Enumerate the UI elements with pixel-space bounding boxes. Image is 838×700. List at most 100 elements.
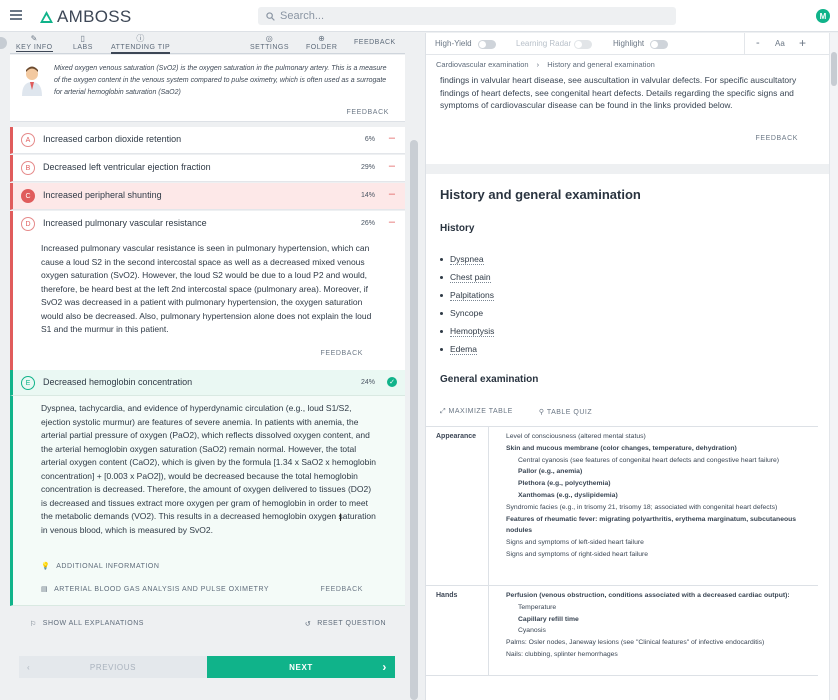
settings-button[interactable]: ◎ SETTINGS	[250, 35, 289, 52]
answer-option-d[interactable]: D Increased pulmonary vascular resistanc…	[10, 211, 405, 238]
brand-name: AMBOSS	[57, 7, 132, 26]
list-item[interactable]: Palpitations	[440, 286, 494, 304]
check-icon: ✓	[387, 377, 397, 387]
history-list: Dyspnea Chest pain Palpitations Syncope …	[440, 250, 495, 358]
pencil-icon: ✎	[30, 34, 38, 43]
search-icon	[266, 11, 275, 21]
table-row: Appearance Level of consciousness (alter…	[426, 427, 818, 586]
breadcrumb-item[interactable]: Cardiovascular examination	[436, 60, 529, 69]
article-toolbar: High-Yield Learning Radar Highlight - Aa…	[426, 33, 830, 55]
answer-option-a[interactable]: A Increased carbon dioxide retention 6% …	[10, 127, 405, 154]
previous-button[interactable]: ‹ PREVIOUS	[19, 656, 207, 678]
answer-letter: D	[21, 217, 35, 231]
answer-text: Decreased hemoglobin concentration	[43, 377, 193, 387]
table-item: Cyanosis	[518, 627, 546, 635]
list-item[interactable]: Edema	[440, 340, 494, 358]
article-intro-text: findings in valvular heart disease, see …	[440, 75, 797, 110]
right-scrollbar-thumb[interactable]	[831, 52, 837, 86]
explanation-feedback-button[interactable]: FEEDBACK	[320, 586, 363, 593]
menu-icon[interactable]	[10, 10, 22, 20]
table-item: Features of rheumatic fever: migrating p…	[506, 515, 797, 535]
explanation-e: Dyspnea, tachycardia, and evidence of hy…	[10, 396, 405, 606]
lightbulb-icon: 💡	[41, 563, 51, 570]
article-feedback-button[interactable]: FEEDBACK	[755, 135, 798, 142]
highlight-toggle[interactable]	[650, 40, 668, 49]
answer-text: Decreased left ventricular ejection frac…	[43, 162, 211, 172]
table-item: Signs and symptoms of right-sided heart …	[506, 550, 649, 558]
breadcrumb-item[interactable]: History and general examination	[547, 60, 655, 69]
tip-feedback-button[interactable]: FEEDBACK	[346, 109, 389, 116]
answer-percentage: 24%	[360, 379, 375, 386]
high-yield-label: High-Yield	[435, 39, 472, 48]
search-placeholder: Search...	[280, 10, 325, 22]
show-all-explanations-button[interactable]: ⚐ SHOW ALL EXPLANATIONS	[30, 620, 144, 628]
next-button[interactable]: NEXT ›	[207, 656, 395, 678]
learning-radar-toggle[interactable]	[574, 40, 592, 49]
reset-question-button[interactable]: ↺ RESET QUESTION	[305, 620, 386, 628]
row-content: Perfusion (venous obstruction, condition…	[506, 590, 816, 661]
general-exam-heading: General examination	[440, 374, 539, 385]
answer-letter: C	[21, 189, 35, 203]
section-separator	[426, 164, 830, 174]
high-yield-toggle[interactable]	[478, 40, 496, 49]
strike-out-icon[interactable]: –	[389, 188, 395, 200]
key-info-button[interactable]: ✎ KEY INFO	[16, 35, 53, 52]
explanation-feedback-button[interactable]: FEEDBACK	[320, 350, 363, 357]
avatar[interactable]: M	[816, 9, 830, 23]
attending-tip-box: Mixed oxygen venous saturation (SvO2) is…	[10, 55, 405, 122]
breadcrumb: Cardiovascular examination › History and…	[436, 60, 655, 69]
question-navigation: ‹ PREVIOUS NEXT ›	[19, 656, 395, 678]
help-icon: ⓘ	[136, 34, 145, 43]
row-label: Hands	[436, 592, 458, 599]
question-toolbar: ✎ KEY INFO ▯ LABS ⓘ ATTENDING TIP ◎ SETTINGS…	[10, 33, 405, 54]
add-icon: ⊕	[318, 34, 326, 43]
strike-out-icon[interactable]: –	[389, 160, 395, 172]
answer-option-c[interactable]: C Increased peripheral shunting 14% –	[10, 183, 405, 210]
labs-button[interactable]: ▯ LABS	[73, 35, 93, 52]
answer-text: Increased carbon dioxide retention	[43, 134, 182, 144]
left-scrollbar[interactable]	[410, 140, 418, 700]
table-cell	[488, 586, 489, 675]
right-scrollbar[interactable]	[829, 33, 838, 700]
strike-out-icon[interactable]: –	[389, 216, 395, 228]
decrease-font-button[interactable]: -	[756, 37, 760, 49]
row-content: Level of consciousness (altered mental s…	[506, 431, 816, 561]
table-quiz-button[interactable]: ⚲ TABLE QUIZ	[539, 408, 592, 416]
list-item[interactable]: Dyspnea	[440, 250, 494, 268]
table-cell	[488, 427, 489, 585]
list-item[interactable]: Chest pain	[440, 268, 494, 286]
article-panel: High-Yield Learning Radar Highlight - Aa…	[425, 33, 838, 700]
font-size-label: Aa	[775, 39, 785, 48]
explanation-d: Increased pulmonary vascular resistance …	[10, 238, 405, 370]
table-item: Plethora (e.g., polycythemia)	[518, 480, 611, 488]
quiz-icon: ⚲	[538, 409, 547, 416]
answer-option-e[interactable]: E Decreased hemoglobin concentration 24%…	[10, 370, 405, 396]
table-item: Central cyanosis (see features of congen…	[518, 456, 780, 464]
answer-text: Increased pulmonary vascular resistance	[43, 218, 207, 228]
toolbar-feedback-button[interactable]: FEEDBACK	[354, 39, 396, 46]
reset-icon: ↺	[304, 621, 312, 628]
table-item: Capillary refill time	[518, 615, 579, 623]
table-row: Hands Perfusion (venous obstruction, con…	[426, 586, 818, 676]
attending-tip-button[interactable]: ⓘ ATTENDING TIP	[111, 34, 171, 54]
additional-information-link[interactable]: 💡 ADDITIONAL INFORMATION	[41, 562, 159, 571]
tip-text: Mixed oxygen venous saturation (SvO2) is…	[54, 65, 387, 96]
table-item: Pallor (e.g., anemia)	[518, 468, 583, 476]
folder-button[interactable]: ⊕ FOLDER	[306, 34, 337, 52]
table-item: Level of consciousness (altered mental s…	[506, 433, 646, 440]
table-item: Palms: Osler nodes, Janeway lesions (see…	[506, 639, 765, 647]
maximize-table-button[interactable]: ⤢ MAXIMIZE TABLE	[440, 408, 513, 416]
table-item: Xanthomas (e.g., dyslipidemia)	[518, 491, 618, 499]
increase-font-button[interactable]: +	[799, 36, 806, 50]
question-panel: ✎ KEY INFO ▯ LABS ⓘ ATTENDING TIP ◎ SETTINGS…	[0, 33, 420, 700]
search-input[interactable]: Search...	[258, 7, 676, 25]
list-item[interactable]: Hemoptysis	[440, 322, 495, 340]
answer-percentage: 6%	[364, 136, 375, 143]
logo[interactable]: AMBOSS	[40, 7, 132, 27]
top-bar: AMBOSS Search... M	[0, 0, 838, 32]
abg-article-link[interactable]: ▤ ARTERIAL BLOOD GAS ANALYSIS AND PULSE …	[41, 585, 269, 594]
answer-option-b[interactable]: B Decreased left ventricular ejection fr…	[10, 155, 405, 182]
answer-percentage: 26%	[360, 220, 375, 227]
chevron-right-icon: ›	[536, 60, 540, 69]
strike-out-icon[interactable]: –	[389, 132, 395, 144]
